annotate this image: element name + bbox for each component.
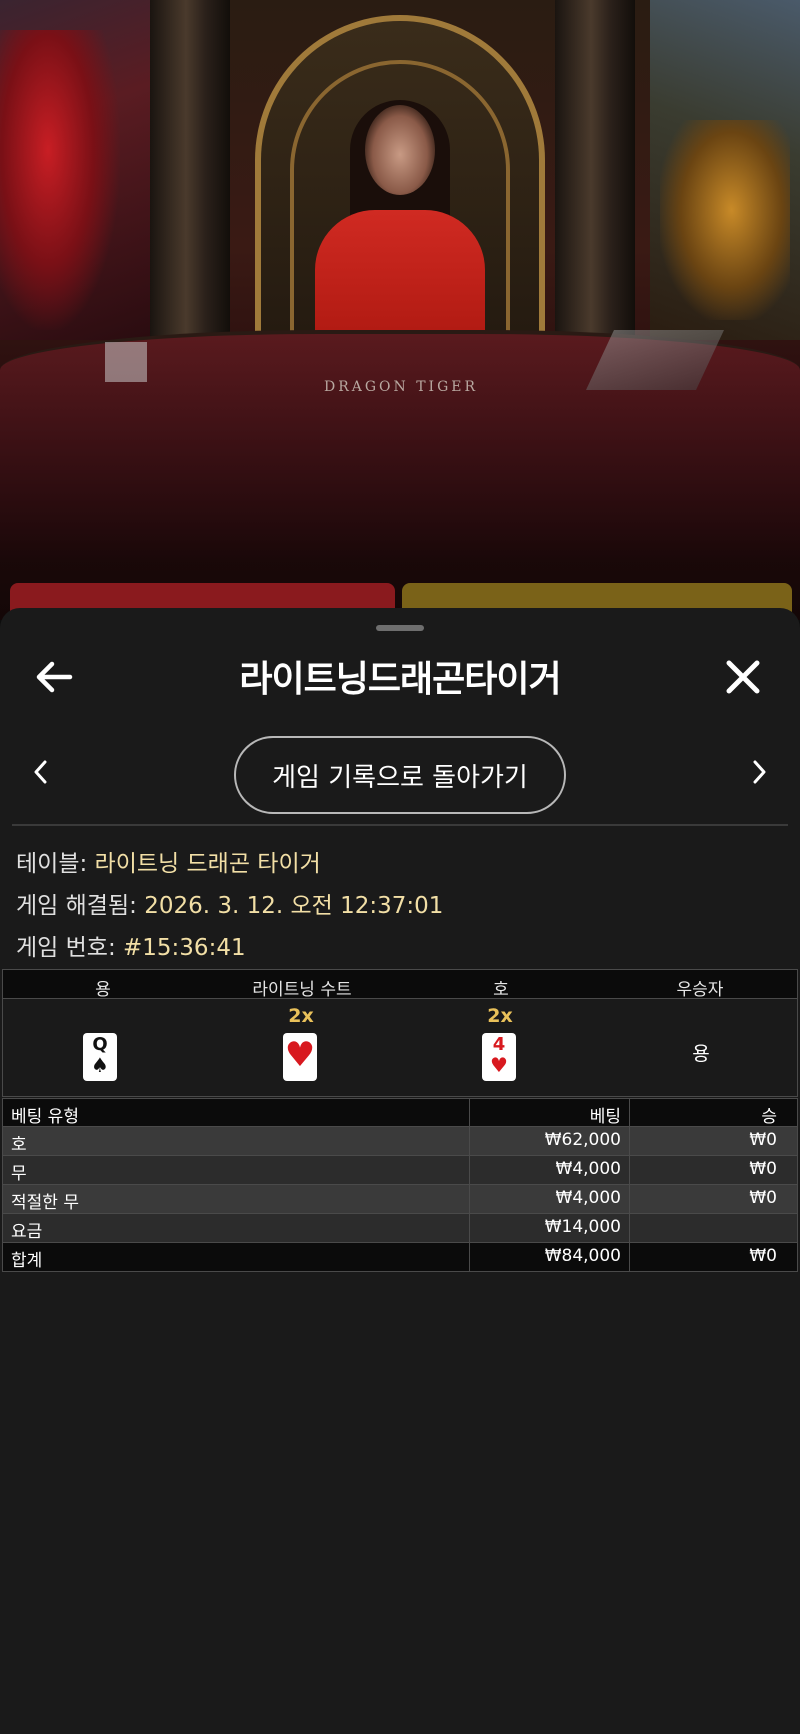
chevron-left-icon	[34, 760, 47, 784]
column-lightning-suit: 라이트닝 수트	[252, 980, 352, 1000]
win-amount: ₩0	[629, 1127, 797, 1155]
winner-value: 용	[692, 1043, 710, 1065]
heart-icon: ♥	[490, 1053, 508, 1077]
table-value: 라이트닝 드래곤 타이거	[94, 851, 321, 877]
column-winner: 우승자	[676, 980, 724, 1000]
result-header-row: 용 라이트닝 수트 호 우승자	[2, 969, 798, 1000]
card-box-left	[105, 342, 147, 382]
spade-icon: ♠	[91, 1053, 109, 1077]
left-pillar	[150, 0, 230, 360]
tiger-card: 4 ♥	[482, 1033, 516, 1081]
game-number-info: 게임 번호: #15:36:41	[16, 928, 246, 962]
table-row: 호 ₩62,000 ₩0	[2, 1127, 798, 1156]
dealer-face	[365, 105, 435, 195]
right-pillar	[555, 0, 635, 360]
bet-amount: ₩62,000	[469, 1127, 629, 1155]
close-icon	[726, 660, 760, 694]
bet-amount-header: 베팅	[469, 1099, 629, 1127]
resolved-value: 2026. 3. 12. 오전 12:37:01	[144, 893, 444, 919]
heart-icon: ♥	[284, 1035, 316, 1075]
return-to-history-button[interactable]: 게임 기록으로 돌아가기	[234, 736, 566, 814]
bet-type: 호	[11, 1135, 27, 1155]
sheet-title: 라이트닝드래곤타이거	[239, 659, 561, 700]
bet-amount: ₩4,000	[469, 1185, 629, 1213]
back-button[interactable]	[30, 654, 82, 700]
dragon-artwork	[0, 30, 120, 330]
total-bet-amount: ₩84,000	[469, 1243, 629, 1271]
bet-type: 무	[11, 1164, 27, 1184]
divider	[12, 824, 788, 826]
table-logo-text: DRAGON TIGER	[323, 379, 479, 395]
column-tiger: 호	[493, 980, 509, 1000]
table-info: 테이블: 라이트닝 드래곤 타이거	[16, 844, 321, 878]
tiger-multiplier: 2x	[487, 1005, 513, 1027]
game-number-label: 게임 번호:	[16, 935, 116, 961]
bet-type: 요금	[11, 1222, 43, 1242]
bet-type: 적절한 무	[11, 1193, 79, 1213]
total-label: 합계	[11, 1251, 43, 1271]
bet-amount: ₩4,000	[469, 1156, 629, 1184]
tiger-card-rank: 4	[492, 1034, 506, 1055]
win-amount	[629, 1214, 797, 1242]
bet-type-header: 베팅 유형	[11, 1107, 79, 1127]
bet-amount: ₩14,000	[469, 1214, 629, 1242]
table-row: 무 ₩4,000 ₩0	[2, 1156, 798, 1185]
drag-handle[interactable]	[376, 625, 424, 631]
bets-table: 베팅 유형 베팅 승 호 ₩62,000 ₩0 무 ₩4,000 ₩0 적절한 …	[2, 1098, 798, 1272]
win-amount: ₩0	[629, 1156, 797, 1184]
total-win-amount: ₩0	[629, 1243, 797, 1271]
previous-game-button[interactable]	[26, 752, 56, 792]
bets-header-row: 베팅 유형 베팅 승	[2, 1098, 798, 1127]
arrow-left-icon	[36, 661, 73, 693]
table-row: 적절한 무 ₩4,000 ₩0	[2, 1185, 798, 1214]
lightning-multiplier: 2x	[288, 1005, 314, 1027]
table-label: 테이블:	[16, 851, 88, 877]
live-video-stream: DRAGON TIGER	[0, 0, 800, 620]
game-history-sheet: 라이트닝드래곤타이거 게임 기록으로 돌아가기 테이블: 라이트닝 드래곤 타이…	[0, 608, 800, 1734]
game-number-value: #15:36:41	[123, 935, 246, 961]
resolved-info: 게임 해결됨: 2026. 3. 12. 오전 12:37:01	[16, 886, 443, 920]
tiger-artwork	[660, 120, 790, 320]
win-amount: ₩0	[629, 1185, 797, 1213]
chevron-right-icon	[753, 760, 766, 784]
dragon-card-rank: Q	[92, 1034, 108, 1055]
close-button[interactable]	[718, 652, 768, 702]
result-row: Q ♠ 2x ♥ 2x 4 ♥ 용	[2, 999, 798, 1097]
column-dragon: 용	[95, 980, 111, 1000]
win-amount-header: 승	[629, 1099, 797, 1127]
dragon-card: Q ♠	[83, 1033, 117, 1081]
total-row: 합계 ₩84,000 ₩0	[2, 1243, 798, 1272]
next-game-button[interactable]	[744, 752, 774, 792]
table-row: 요금 ₩14,000	[2, 1214, 798, 1243]
lightning-suit-card: ♥	[283, 1033, 317, 1081]
resolved-label: 게임 해결됨:	[16, 893, 137, 919]
